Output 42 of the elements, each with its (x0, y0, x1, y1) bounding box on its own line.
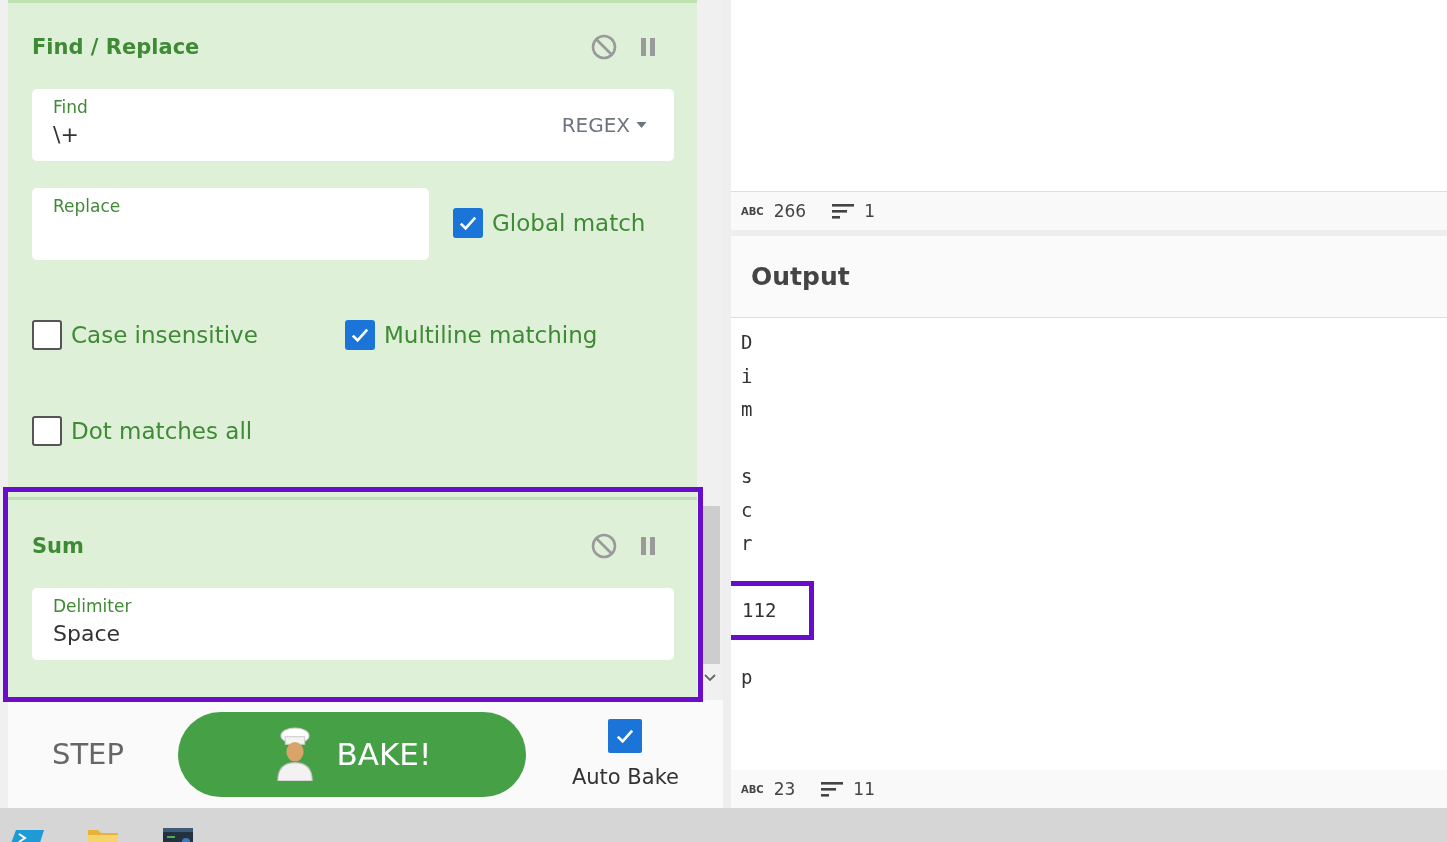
length-count: 266 (773, 201, 807, 221)
chevron-down-icon[interactable] (704, 674, 716, 682)
checkbox-label: Case insensitive (71, 322, 258, 348)
highlight-callout: 112 (731, 581, 815, 641)
input-field[interactable]: Replace (32, 188, 429, 260)
output-line: D (741, 330, 753, 355)
checkbox[interactable] (32, 416, 62, 446)
disable-icon[interactable] (590, 532, 618, 560)
output-line: p (741, 665, 753, 690)
window-icon[interactable] (162, 826, 196, 842)
regex-dropdown[interactable]: REGEX (555, 113, 653, 137)
pause-icon[interactable] (640, 536, 656, 556)
bake-button[interactable]: BAKE! (177, 711, 526, 797)
operation-title: Find / Replace (32, 35, 201, 59)
length-count: 23 (773, 779, 796, 799)
checkbox[interactable] (453, 207, 483, 238)
line-count: 11 (853, 779, 875, 799)
lines-icon (832, 203, 855, 219)
caret-icon (636, 122, 647, 128)
checkbox[interactable] (608, 719, 643, 753)
length-label: ABC (741, 205, 764, 217)
input-field[interactable]: Delimiter Space (32, 588, 674, 660)
disable-icon[interactable] (590, 33, 618, 61)
checkbox-label: Multiline matching (384, 322, 598, 348)
output-line: s (741, 464, 753, 489)
line-count: 1 (864, 201, 875, 221)
step-button[interactable]: STEP (42, 729, 134, 779)
pause-icon[interactable] (640, 37, 656, 57)
length-label: ABC (741, 783, 764, 795)
lines-icon (821, 781, 844, 797)
checkbox-label: Dot matches all (71, 418, 253, 444)
output-line: i (741, 363, 753, 389)
checkbox-label: Global match (492, 209, 646, 236)
checkbox[interactable] (32, 320, 62, 350)
input-field[interactable]: Find \+ REGEX (32, 89, 674, 161)
output-line: m (741, 397, 753, 422)
panel-title: Output (751, 262, 850, 291)
checkbox[interactable] (345, 320, 375, 350)
checkbox-label: Auto Bake (571, 765, 679, 789)
output-line: c (741, 497, 753, 523)
operation-title: Sum (32, 534, 85, 558)
output-line: r (741, 531, 753, 556)
